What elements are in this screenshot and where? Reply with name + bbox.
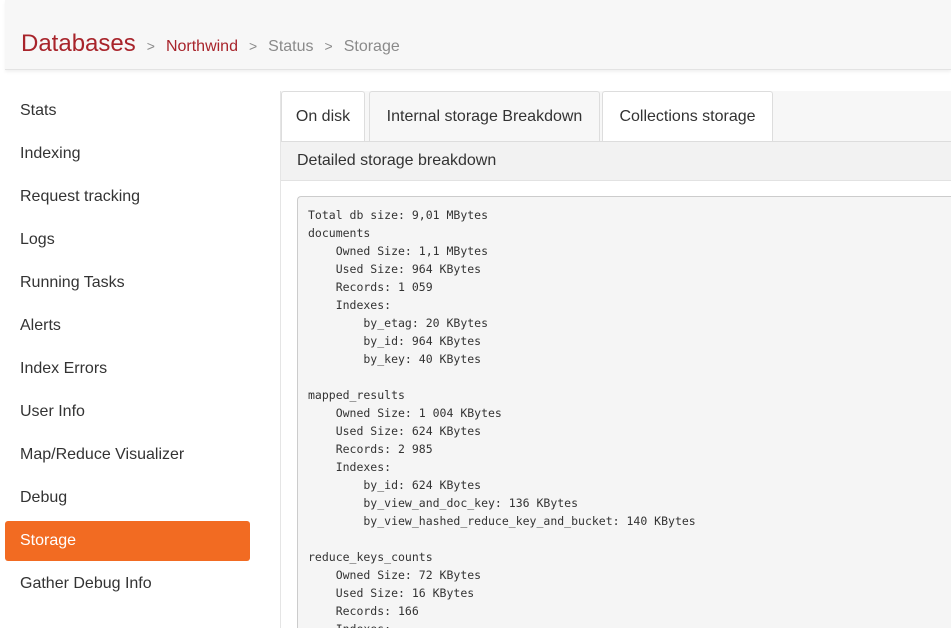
panel-title: Detailed storage breakdown [297,152,497,169]
sidebar-item-request-tracking[interactable]: Request tracking [5,177,250,217]
panel-body: Total db size: 9,01 MBytes documents Own… [281,181,951,628]
top-header: Databases > Northwind > Status > Storage [5,0,951,70]
sidebar-item-stats[interactable]: Stats [5,91,250,131]
sidebar-item-indexing[interactable]: Indexing [5,134,250,174]
sidebar-item-map-reduce-visualizer[interactable]: Map/Reduce Visualizer [5,435,250,475]
storage-report-box[interactable]: Total db size: 9,01 MBytes documents Own… [297,196,951,628]
breadcrumb-separator: > [324,38,333,54]
sidebar-item-logs[interactable]: Logs [5,220,250,260]
panel-heading: Detailed storage breakdown [281,142,951,181]
tab-collections-storage[interactable]: Collections storage [602,91,773,141]
breadcrumb-status[interactable]: Status [268,38,313,56]
sidebar-item-gather-debug-info[interactable]: Gather Debug Info [5,564,250,604]
breadcrumb-separator: > [146,38,155,54]
breadcrumb-storage: Storage [343,38,400,55]
tab-on-disk[interactable]: On disk [281,91,365,141]
storage-page: Databases > Northwind > Status > Storage… [0,0,951,628]
sidebar-item-user-info[interactable]: User Info [5,392,250,432]
storage-tabs: On disk Internal storage Breakdown Colle… [281,91,951,142]
sidebar-item-alerts[interactable]: Alerts [5,306,250,346]
sidebar-item-debug[interactable]: Debug [5,478,250,518]
sidebar-item-storage[interactable]: Storage [5,521,250,561]
sidebar-item-index-errors[interactable]: Index Errors [5,349,250,389]
breadcrumb-databases[interactable]: Databases [21,30,136,58]
breadcrumb-northwind[interactable]: Northwind [166,38,238,56]
tab-internal-storage-breakdown[interactable]: Internal storage Breakdown [369,91,600,141]
storage-report-text: Total db size: 9,01 MBytes documents Own… [308,208,696,628]
main-panel: On disk Internal storage Breakdown Colle… [280,91,951,628]
sidebar-item-running-tasks[interactable]: Running Tasks [5,263,250,303]
breadcrumb: Databases > Northwind > Status > Storage [21,30,400,58]
sidebar-nav: Stats Indexing Request tracking Logs Run… [5,91,250,607]
breadcrumb-separator: > [248,38,258,54]
